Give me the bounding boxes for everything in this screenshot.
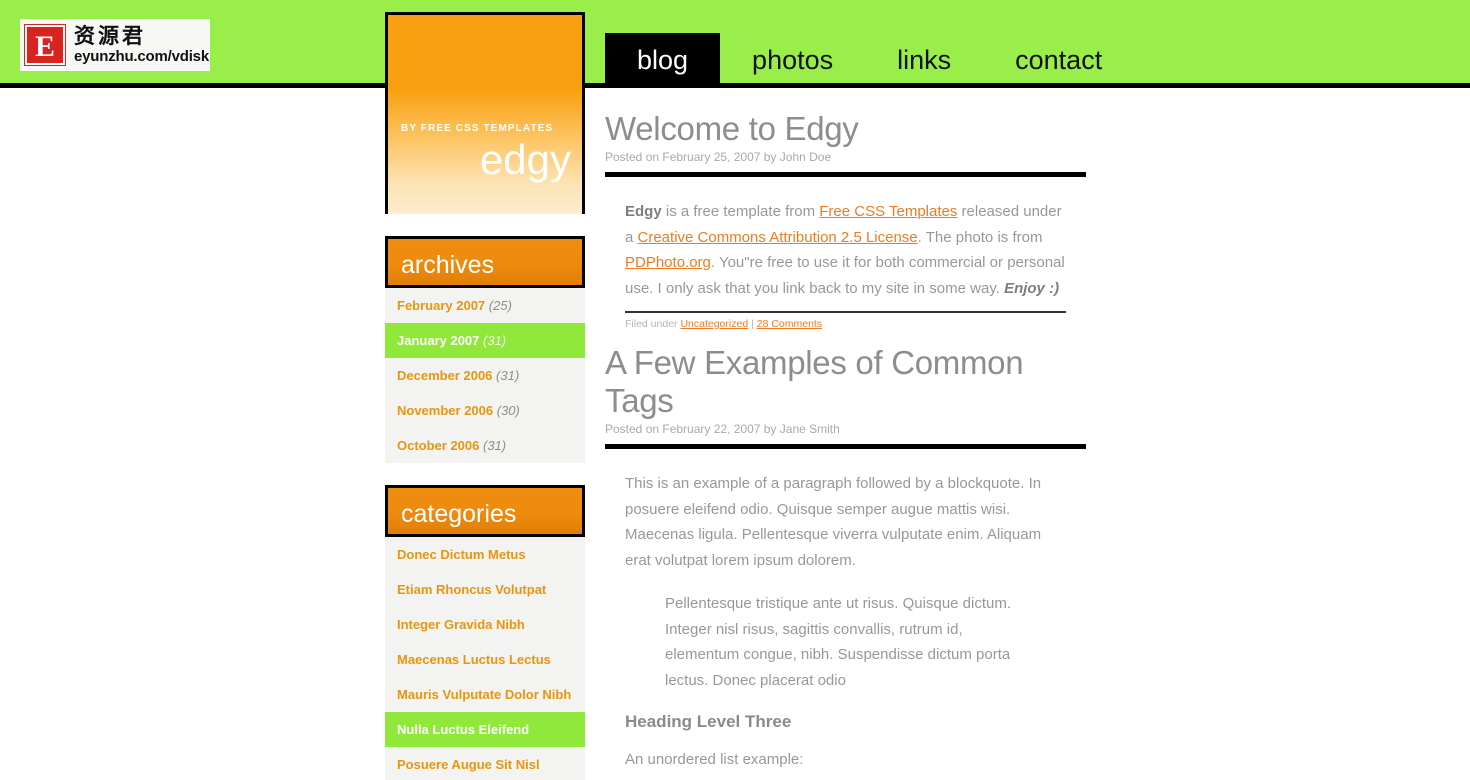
post-title: A Few Examples of Common Tags xyxy=(605,344,1024,419)
categories-heading: categories xyxy=(401,500,517,528)
archive-item-october-2006[interactable]: October 2006 (31) xyxy=(385,428,585,463)
post-text-1: is a free template from xyxy=(661,203,820,220)
nav-item-photos[interactable]: photos xyxy=(720,33,865,88)
blockquote-text: Pellentesque tristique ante ut risus. Qu… xyxy=(665,595,1012,689)
archive-count: (31) xyxy=(483,438,507,453)
archive-count: (31) xyxy=(483,333,507,348)
logo-url-text: eyunzhu.com/vdisk xyxy=(74,48,209,65)
archive-item-january-2007[interactable]: January 2007 (31) xyxy=(385,323,585,358)
category-item-etiam-rhoncus-volutpat[interactable]: Etiam Rhoncus Volutpat xyxy=(385,572,585,607)
site-banner: BY FREE CSS TEMPLATES edgy xyxy=(385,12,585,214)
main-navigation: blog photos links contact xyxy=(605,33,1134,88)
post-title: Welcome to Edgy xyxy=(605,110,859,147)
archive-label: October 2006 xyxy=(397,438,480,453)
list-intro-text: An unordered list example: xyxy=(625,751,804,768)
link-creative-commons-license[interactable]: Creative Commons Attribution 2.5 License xyxy=(638,229,918,246)
banner-title: edgy xyxy=(479,136,571,183)
post-welcome-to-edgy: Welcome to Edgy Posted on February 25, 2… xyxy=(605,110,1086,332)
site-logo[interactable]: E 资源君 eyunzhu.com/vdisk xyxy=(20,19,210,71)
post-divider xyxy=(605,172,1086,177)
post-meta: Posted on February 25, 2007 by John Doe xyxy=(605,150,832,164)
link-pdphoto-org[interactable]: PDPhoto.org xyxy=(625,254,711,271)
post-meta: Posted on February 22, 2007 by Jane Smit… xyxy=(605,422,840,436)
category-item-nulla-luctus-eleifend[interactable]: Nulla Luctus Eleifend xyxy=(385,712,585,747)
archive-count: (31) xyxy=(496,368,520,383)
archive-item-february-2007[interactable]: February 2007 (25) xyxy=(385,288,585,323)
post-lead-bold: Edgy xyxy=(625,203,662,220)
sidebar: archives February 2007 (25) January 2007… xyxy=(385,236,585,780)
archive-item-december-2006[interactable]: December 2006 (31) xyxy=(385,358,585,393)
categories-header: categories xyxy=(385,485,585,537)
post-paragraph: Edgy is a free template from Free CSS Te… xyxy=(625,199,1066,301)
nav-item-blog[interactable]: blog xyxy=(605,33,721,88)
banner-subtitle: BY FREE CSS TEMPLATES xyxy=(401,123,554,134)
category-item-posuere-augue-sit-nisl[interactable]: Posuere Augue Sit Nisl xyxy=(385,747,585,780)
category-item-maecenas-luctus-lectus[interactable]: Maecenas Luctus Lectus xyxy=(385,642,585,677)
link-free-css-templates[interactable]: Free CSS Templates xyxy=(819,203,957,220)
logo-chinese-text: 资源君 xyxy=(74,24,146,48)
post-blockquote: Pellentesque tristique ante ut risus. Qu… xyxy=(665,591,1025,693)
archive-label: December 2006 xyxy=(397,368,493,383)
footer-separator: | xyxy=(748,318,757,330)
post-subheading: Heading Level Three xyxy=(625,712,792,731)
page-root: E 资源君 eyunzhu.com/vdisk blog photos link… xyxy=(0,0,1470,780)
post-paragraph: This is an example of a paragraph follow… xyxy=(625,475,1042,569)
post-text-3: . The photo is from xyxy=(917,228,1043,246)
archive-item-november-2006[interactable]: November 2006 (30) xyxy=(385,393,585,428)
post-common-tags: A Few Examples of Common Tags Posted on … xyxy=(605,344,1086,780)
archive-count: (25) xyxy=(488,298,512,313)
post-body: Edgy is a free template from Free CSS Te… xyxy=(605,199,1086,332)
filed-under-label: Filed under xyxy=(625,318,681,330)
categories-list: Donec Dictum Metus Etiam Rhoncus Volutpa… xyxy=(385,537,585,780)
panel-categories: categories Donec Dictum Metus Etiam Rhon… xyxy=(385,485,585,780)
archive-label: February 2007 xyxy=(397,298,486,313)
link-category-uncategorized[interactable]: Uncategorized xyxy=(680,318,748,330)
logo-text-group: 资源君 eyunzhu.com/vdisk xyxy=(74,24,209,66)
category-item-mauris-vulputate-dolor-nibh[interactable]: Mauris Vulputate Dolor Nibh xyxy=(385,677,585,712)
main-content: Welcome to Edgy Posted on February 25, 2… xyxy=(605,110,1086,780)
category-item-integer-gravida-nibh[interactable]: Integer Gravida Nibh xyxy=(385,607,585,642)
post-body: This is an example of a paragraph follow… xyxy=(605,471,1086,780)
logo-e-icon: E xyxy=(24,24,66,66)
category-item-donec-dictum-metus[interactable]: Donec Dictum Metus xyxy=(385,537,585,572)
post-enjoy-text: Enjoy :) xyxy=(1004,279,1060,297)
archive-label: January 2007 xyxy=(397,333,480,348)
panel-archives: archives February 2007 (25) January 2007… xyxy=(385,236,585,463)
archive-count: (30) xyxy=(496,403,520,418)
archive-label: November 2006 xyxy=(397,403,494,418)
post-divider xyxy=(605,444,1086,449)
link-comments-count[interactable]: 28 Comments xyxy=(757,318,822,330)
nav-item-contact[interactable]: contact xyxy=(983,33,1134,88)
nav-item-links[interactable]: links xyxy=(865,33,983,88)
post-footer: Filed under Uncategorized | 28 Comments xyxy=(625,311,1066,332)
archives-heading: archives xyxy=(401,251,495,279)
archives-list: February 2007 (25) January 2007 (31) Dec… xyxy=(385,288,585,463)
archives-header: archives xyxy=(385,236,585,288)
